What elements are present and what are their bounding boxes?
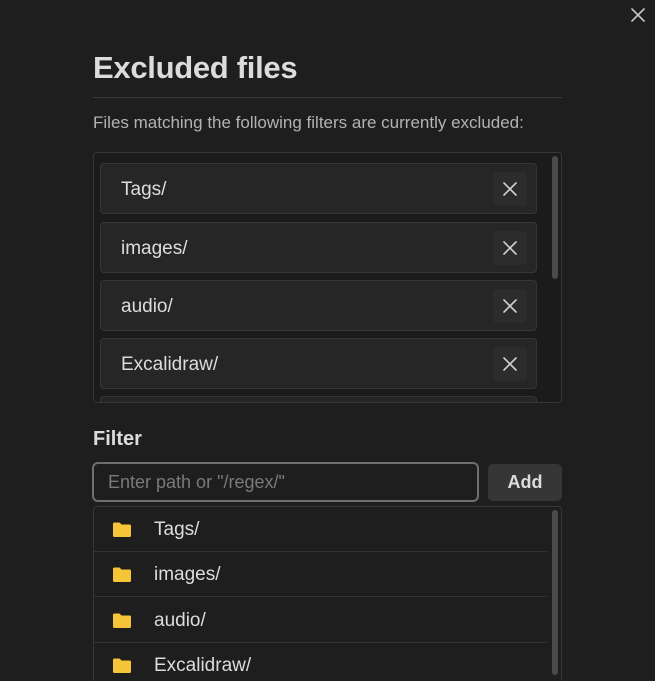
- x-icon: [503, 357, 517, 371]
- excluded-item-label: Excalidraw/: [121, 354, 219, 375]
- excluded-files-modal: Excluded files Files matching the follow…: [0, 0, 655, 681]
- suggestion-item-label: Tags/: [154, 519, 200, 540]
- x-icon: [503, 182, 517, 196]
- remove-filter-button[interactable]: [493, 347, 527, 381]
- suggestion-item-label: Excalidraw/: [154, 655, 252, 676]
- folder-icon: [113, 567, 131, 582]
- excluded-list-scrollbar[interactable]: [552, 156, 558, 399]
- folder-icon: [113, 658, 131, 673]
- x-icon: [503, 299, 517, 313]
- suggestion-item-label: images/: [154, 564, 221, 585]
- folder-icon: [113, 613, 131, 628]
- modal-title: Excluded files: [93, 50, 298, 85]
- filter-path-input[interactable]: [92, 462, 479, 502]
- folder-icon: [113, 522, 131, 537]
- close-modal-button[interactable]: [625, 2, 651, 28]
- excluded-list-scrollbar-thumb[interactable]: [552, 156, 558, 279]
- excluded-item: images/: [100, 222, 537, 273]
- folder-suggestion-list: Tags/ images/ audio/ Excalidraw/: [93, 506, 562, 681]
- excluded-item: Excalidraw/: [100, 338, 537, 389]
- filter-heading: Filter: [93, 428, 142, 450]
- excluded-filters-list: Tags/ images/ audio/ Excalidraw/: [93, 152, 562, 403]
- excluded-item: Tags/: [100, 163, 537, 214]
- x-icon: [503, 241, 517, 255]
- excluded-item-label: images/: [121, 238, 188, 259]
- suggestion-list-scrollbar[interactable]: [552, 510, 558, 680]
- remove-filter-button[interactable]: [493, 289, 527, 323]
- add-filter-button[interactable]: Add: [488, 464, 562, 501]
- suggestion-item[interactable]: Tags/: [94, 507, 547, 552]
- suggestion-list-scrollbar-thumb[interactable]: [552, 510, 558, 675]
- excluded-item-partial: [100, 396, 537, 402]
- modal-description: Files matching the following filters are…: [93, 113, 524, 132]
- remove-filter-button[interactable]: [493, 172, 527, 206]
- suggestion-item-label: audio/: [154, 610, 206, 631]
- suggestion-item[interactable]: images/: [94, 552, 547, 597]
- remove-filter-button[interactable]: [493, 231, 527, 265]
- excluded-item: audio/: [100, 280, 537, 331]
- excluded-item-label: audio/: [121, 296, 173, 317]
- title-divider: [93, 97, 562, 98]
- close-icon: [631, 8, 645, 22]
- excluded-item-label: Tags/: [121, 179, 167, 200]
- suggestion-item[interactable]: audio/: [94, 598, 547, 643]
- suggestion-item[interactable]: Excalidraw/: [94, 643, 547, 681]
